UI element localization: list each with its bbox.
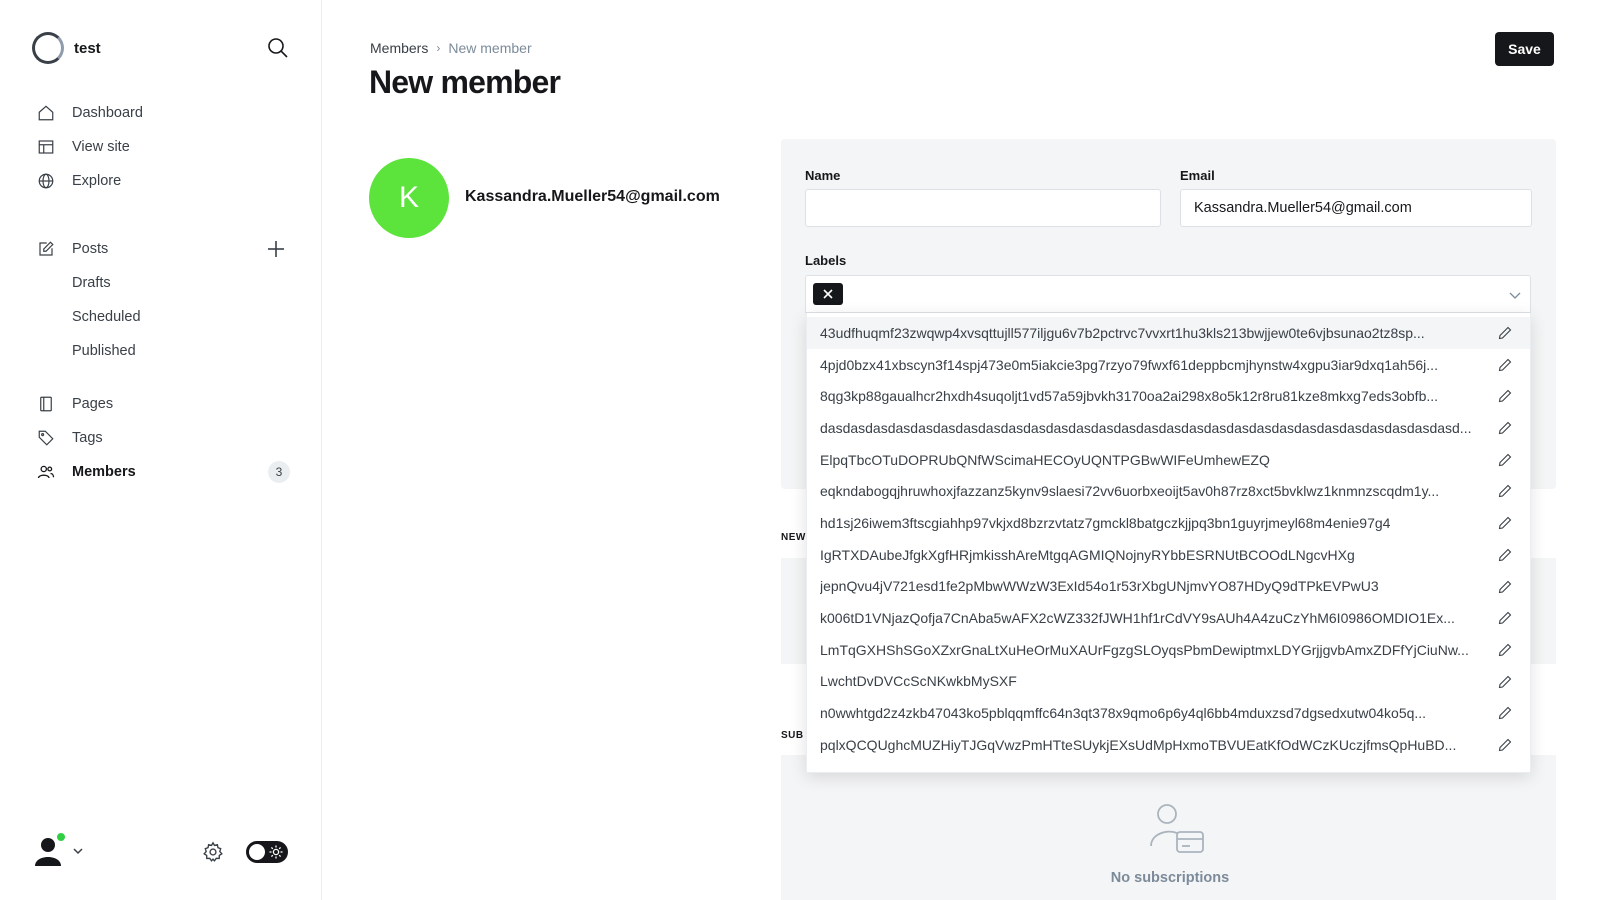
pencil-icon[interactable]	[1498, 611, 1512, 625]
nav-primary: Dashboard View site Explore	[36, 96, 296, 198]
breadcrumb: Members › New member	[370, 40, 532, 56]
labels-dropdown: 43udfhuqmf23zwqwp4xvsqttujll577iljgu6v7b…	[806, 313, 1531, 773]
breadcrumb-members-link[interactable]: Members	[370, 40, 428, 56]
search-icon[interactable]	[266, 36, 290, 60]
no-subscriptions-icon	[1147, 802, 1205, 858]
pencil-icon[interactable]	[1498, 389, 1512, 403]
chevron-down-icon	[1508, 288, 1522, 302]
sidebar-item-published[interactable]: Published	[36, 334, 296, 368]
tag-icon	[36, 428, 56, 448]
sidebar-item-label: Drafts	[72, 275, 111, 291]
page-title: New member	[369, 64, 561, 100]
sidebar-item-label: Dashboard	[72, 105, 143, 121]
settings-gear-icon[interactable]	[202, 841, 224, 863]
member-email-heading: Kassandra.Mueller54@gmail.com	[465, 188, 720, 205]
sidebar-item-label: Pages	[72, 396, 114, 412]
sun-icon	[269, 845, 283, 859]
globe-icon	[36, 171, 56, 191]
page-icon	[36, 394, 56, 414]
labels-label: Labels	[805, 253, 847, 268]
name-field[interactable]	[805, 189, 1161, 227]
pencil-icon[interactable]	[1498, 453, 1512, 467]
user-avatar-icon	[32, 832, 66, 866]
pencil-icon[interactable]	[1498, 580, 1512, 594]
members-icon	[36, 462, 56, 482]
sidebar-item-view-site[interactable]: View site	[36, 130, 296, 164]
nav-secondary: Pages Tags Members 3	[36, 387, 296, 489]
label-option[interactable]: 8qg3kp88gaualhcr2hxdh4suqoljt1vd57a59jbv…	[807, 380, 1530, 412]
label-option[interactable]: k006tD1VNjazQofja7CnAba5wAFX2cWZ332fJWH1…	[807, 602, 1530, 634]
pencil-icon[interactable]	[1498, 548, 1512, 562]
toggle-knob	[249, 844, 265, 860]
sidebar-item-label: Posts	[72, 241, 109, 257]
newsletters-section-heading: NEW	[781, 532, 806, 543]
pencil-icon[interactable]	[1498, 484, 1512, 498]
new-post-plus-icon[interactable]	[266, 239, 286, 259]
save-button[interactable]: Save	[1495, 32, 1554, 66]
pencil-icon[interactable]	[1498, 421, 1512, 435]
sidebar-item-pages[interactable]: Pages	[36, 387, 296, 421]
name-label: Name	[805, 168, 841, 183]
sidebar-item-label: Explore	[72, 173, 122, 189]
label-option[interactable]: eqkndabogqjhruwhoxjfazzanz5kynv9slaesi72…	[807, 475, 1530, 507]
site-brand[interactable]: test	[32, 32, 101, 64]
label-option[interactable]: ElpqTbcOTuDOPRUbQNfWScimaHECOyUQNTPGBwWI…	[807, 444, 1530, 476]
label-option[interactable]: LmTqGXHShSGoXZxrGnaLtXuHeOrMuXAUrFgzgSLO…	[807, 634, 1530, 666]
sidebar-item-explore[interactable]: Explore	[36, 164, 296, 198]
sidebar-item-label: Tags	[72, 430, 103, 446]
labels-select[interactable]	[805, 275, 1531, 313]
pencil-icon[interactable]	[1498, 516, 1512, 530]
sidebar-item-posts[interactable]: Posts	[36, 232, 296, 266]
email-field[interactable]: Kassandra.Mueller54@gmail.com	[1180, 189, 1532, 227]
no-subscriptions-text: No subscriptions	[1110, 870, 1230, 886]
chevron-right-icon: ›	[436, 41, 441, 55]
member-avatar: K	[369, 158, 449, 238]
email-label: Email	[1180, 168, 1215, 183]
members-count-badge: 3	[268, 461, 290, 483]
pencil-icon[interactable]	[1498, 706, 1512, 720]
sidebar-item-tags[interactable]: Tags	[36, 421, 296, 455]
sidebar-item-label: View site	[72, 139, 130, 155]
sidebar-item-label: Published	[72, 343, 136, 359]
subscriptions-section-heading: SUB	[781, 730, 804, 741]
site-name: test	[74, 39, 101, 57]
sidebar-item-members[interactable]: Members 3	[36, 455, 296, 489]
site-logo	[32, 32, 64, 64]
chevron-down-icon	[72, 844, 84, 856]
sidebar: test Dashboard View site Explore Posts D…	[0, 0, 322, 900]
label-option[interactable]: hd1sj26iwem3ftscgiahhp97vkjxd8bzrzvtatz7…	[807, 507, 1530, 539]
remove-label-close-icon[interactable]	[813, 283, 843, 305]
breadcrumb-current: New member	[448, 40, 532, 56]
label-option[interactable]: LwchtDvDVCcScNKwkbMySXF	[807, 666, 1530, 698]
layout-icon	[36, 137, 56, 157]
user-menu[interactable]	[32, 832, 84, 866]
sidebar-item-dashboard[interactable]: Dashboard	[36, 96, 296, 130]
label-option[interactable]: 4pjd0bzx41xbscyn3f14spj473e0m5iakcie3pg7…	[807, 349, 1530, 381]
theme-toggle[interactable]	[246, 841, 288, 863]
online-status-dot	[56, 832, 66, 842]
label-option[interactable]: 43udfhuqmf23zwqwp4xvsqttujll577iljgu6v7b…	[807, 317, 1530, 349]
label-option[interactable]: jepnQvu4jV721esd1fe2pMbwWWzW3ExId54o1r53…	[807, 571, 1530, 603]
home-icon	[36, 103, 56, 123]
pencil-icon[interactable]	[1498, 643, 1512, 657]
sidebar-item-label: Scheduled	[72, 309, 141, 325]
sidebar-item-drafts[interactable]: Drafts	[36, 266, 296, 300]
pencil-icon[interactable]	[1498, 358, 1512, 372]
pencil-icon[interactable]	[1498, 738, 1512, 752]
label-option[interactable]: n0wwhtgd2z4zkb47043ko5pblqqmffc64n3qt378…	[807, 697, 1530, 729]
pencil-icon[interactable]	[1498, 675, 1512, 689]
nav-posts: Posts Drafts Scheduled Published	[36, 232, 296, 368]
sidebar-item-label: Members	[72, 464, 136, 480]
label-option[interactable]: pqlxQCQUghcMUZHiyTJGqVwzPmHTteSUykjEXsUd…	[807, 729, 1530, 761]
label-option[interactable]: IgRTXDAubeJfgkXgfHRjmkisshAreMtgqAGMIQNo…	[807, 539, 1530, 571]
edit-icon	[36, 239, 56, 259]
sidebar-item-scheduled[interactable]: Scheduled	[36, 300, 296, 334]
label-option[interactable]: dasdasdasdasdasdasdasdasdasdasdasdasdasd…	[807, 412, 1530, 444]
pencil-icon[interactable]	[1498, 326, 1512, 340]
